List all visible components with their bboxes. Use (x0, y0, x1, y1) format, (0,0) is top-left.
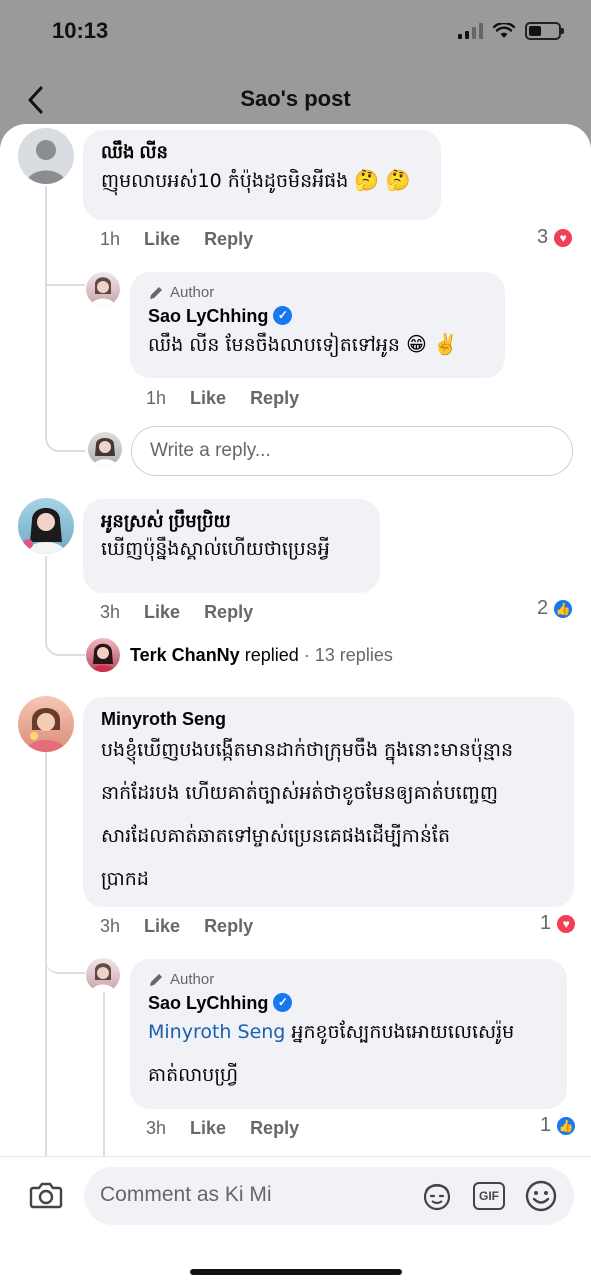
comment-time: 3h (146, 1118, 167, 1138)
comment-text: បងខ្ញុំឃើញបងបង្កើតមានដាក់ថាក្រុមចឹង ក្នុ… (101, 739, 514, 890)
status-icons (458, 22, 564, 40)
comment-text: Minyroth Seng អ្នកខូចស្បែកបងអោយលេសេរ៉ូម … (148, 1021, 515, 1086)
thumbs-up-icon: 👍 (552, 597, 575, 620)
reaction-count: 2 (537, 597, 549, 619)
reply-button[interactable]: Reply (204, 916, 253, 937)
comment-bubble[interactable]: Author Sao LyChhing ✓ Minyroth Seng អ្នកខ… (130, 959, 567, 1109)
comment-text: ញុមលាបអស់10 កំប៉ុងដូចមិនអីផង 🤔 🤔 (101, 168, 411, 192)
comment-composer: Comment as Ki Mi GIF (0, 1156, 591, 1280)
author-badge: Author (148, 969, 549, 991)
comment-input[interactable]: Comment as Ki Mi GIF (84, 1167, 574, 1225)
like-button[interactable]: Like (190, 1118, 226, 1139)
avatar[interactable] (18, 696, 74, 752)
nav-bar: Sao's post (0, 70, 591, 130)
status-bar: 10:13 (0, 0, 591, 64)
emoji: 😁 ✌️ (406, 332, 459, 356)
comment-meta: 1h Like Reply (146, 388, 299, 409)
thread-elbow (45, 604, 85, 656)
comment-meta: 3h Like Reply (100, 602, 253, 623)
comment-text: ឃើញប៉ុន្នឹងស្គាល់ហើយថាប្រេនអ្វី (101, 538, 330, 560)
home-indicator (190, 1269, 402, 1275)
reaction-summary[interactable]: 1 👍 (540, 1114, 578, 1137)
reply-count: · 13 replies (303, 644, 393, 665)
comments-sheet[interactable]: ឈឹង លីន ញុមលាបអស់10 កំប៉ុងដូចមិនអីផង 🤔 🤔… (0, 124, 591, 1280)
avatar[interactable] (18, 498, 74, 554)
emoji: 🤔 🤔 (354, 168, 411, 192)
heart-icon: ♥ (555, 912, 578, 935)
status-time: 10:13 (52, 18, 109, 43)
comment-author-name[interactable]: ឈឹង លីន (101, 140, 423, 164)
comment-time: 3h (100, 602, 121, 622)
reply-button[interactable]: Reply (250, 1118, 299, 1139)
reaction-summary[interactable]: 2 👍 (537, 597, 575, 620)
comment-time: 1h (146, 388, 167, 408)
comment-bubble[interactable]: Minyroth Seng បងខ្ញុំឃើញបងបង្កើតមានដាក់ថ… (83, 697, 574, 907)
comment-author-name[interactable]: Sao LyChhing ✓ (148, 304, 487, 328)
reply-input[interactable]: Write a reply... (131, 426, 573, 476)
heart-icon: ♥ (552, 226, 575, 249)
comment-author-name[interactable]: អូនស្រស់ ប្រឹមប្រិយ (101, 509, 362, 533)
reaction-count: 3 (537, 226, 549, 248)
smiley-icon (525, 1180, 557, 1212)
mention-link[interactable]: Minyroth Seng (148, 1021, 285, 1043)
thread-line (45, 186, 47, 414)
avatar[interactable] (18, 128, 74, 184)
like-button[interactable]: Like (190, 388, 226, 409)
like-button[interactable]: Like (144, 229, 180, 250)
avatar-sticker-button[interactable] (420, 1179, 454, 1213)
comment-bubble[interactable]: Author Sao LyChhing ✓ ឈឹង លីន មែនចឹងលាបទៀ… (130, 272, 505, 378)
thread-elbow (45, 386, 85, 452)
page-title: Sao's post (240, 86, 351, 111)
camera-icon (29, 1182, 63, 1209)
comment-meta: 1h Like Reply (100, 229, 253, 250)
reaction-summary[interactable]: 3 ♥ (537, 226, 575, 249)
comment-meta: 3h Like Reply (100, 916, 253, 937)
signal-icon (458, 23, 483, 39)
reply-button[interactable]: Reply (204, 602, 253, 623)
reaction-summary[interactable]: 1 ♥ (540, 912, 578, 935)
like-button[interactable]: Like (144, 916, 180, 937)
thumbs-up-icon: 👍 (555, 1114, 578, 1137)
comment-time: 3h (100, 916, 121, 936)
comment-bubble[interactable]: អូនស្រស់ ប្រឹមប្រិយ ឃើញប៉ុន្នឹងស្គាល់ហើយ… (83, 499, 380, 593)
avatar-sticker-icon (423, 1183, 451, 1211)
comment-bubble[interactable]: ឈឹង លីន ញុមលាបអស់10 កំប៉ុងដូចមិនអីផង 🤔 🤔 (83, 130, 441, 220)
reaction-count: 1 (540, 1114, 552, 1136)
comment-author-name[interactable]: Minyroth Seng (101, 707, 556, 731)
reply-button[interactable]: Reply (204, 229, 253, 250)
comment-meta: 3h Like Reply (146, 1118, 299, 1139)
reply-button[interactable]: Reply (250, 388, 299, 409)
pencil-icon (150, 287, 162, 299)
comment-text: ឈឹង លីន មែនចឹងលាបទៀតទៅអូន 😁 ✌️ (148, 332, 459, 356)
thread-line (103, 990, 105, 1160)
avatar[interactable] (86, 958, 120, 992)
camera-button[interactable] (26, 1175, 66, 1215)
pencil-icon (150, 974, 162, 986)
verified-badge-icon: ✓ (273, 305, 293, 325)
gif-button[interactable]: GIF (472, 1179, 506, 1213)
comment-time: 1h (100, 229, 121, 249)
replied-label: replied (244, 644, 299, 665)
wifi-icon (493, 23, 515, 38)
avatar[interactable] (86, 272, 120, 306)
view-replies-link[interactable]: Terk ChanNy replied · 13 replies (86, 638, 393, 672)
verified-badge-icon: ✓ (273, 992, 293, 1012)
reaction-count: 1 (540, 912, 552, 934)
gif-icon: GIF (473, 1182, 505, 1210)
battery-icon (525, 22, 564, 40)
thread-branch (45, 934, 85, 974)
replier-name: Terk ChanNy (130, 644, 240, 665)
avatar[interactable] (88, 432, 122, 466)
author-badge: Author (148, 282, 487, 304)
thread-branch (45, 284, 85, 286)
avatar (86, 638, 120, 672)
like-button[interactable]: Like (144, 602, 180, 623)
emoji-button[interactable] (524, 1179, 558, 1213)
